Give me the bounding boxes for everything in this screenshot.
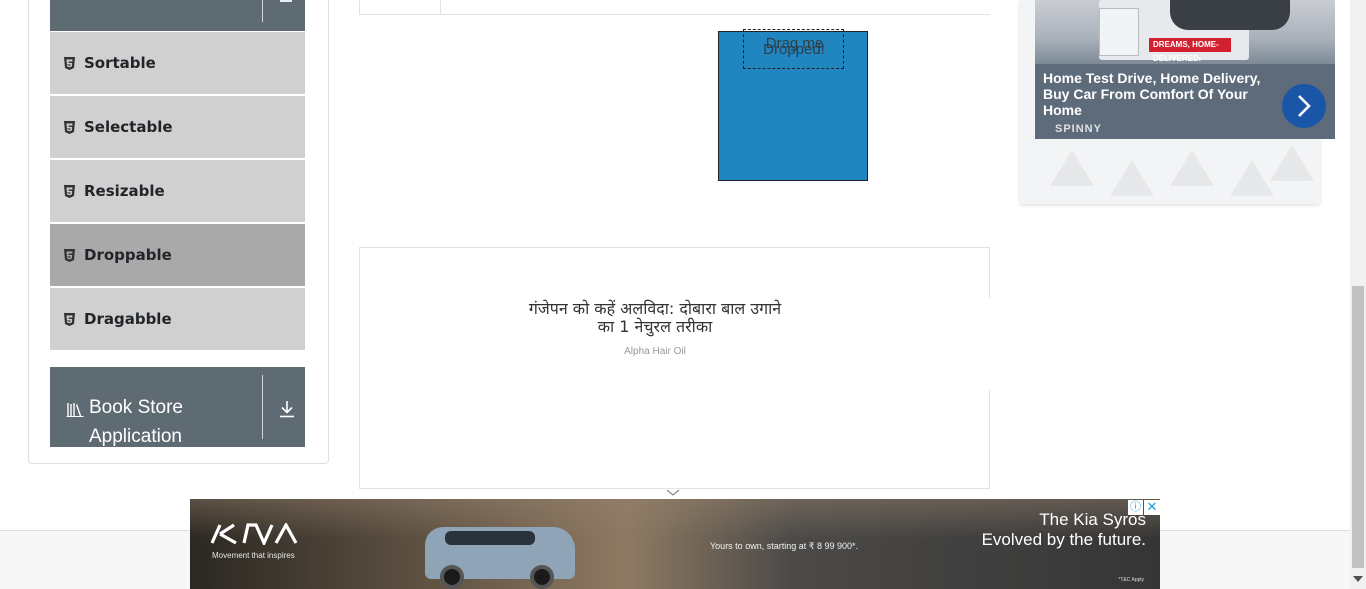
kia-logo xyxy=(210,521,298,550)
chevron-icon xyxy=(280,0,292,2)
scroll-down-arrow-icon[interactable] xyxy=(1353,576,1363,582)
scrollbar-thumb[interactable] xyxy=(1352,286,1364,568)
wheel-graphic xyxy=(440,565,464,589)
pattern-shape xyxy=(1230,160,1274,196)
draggable-item-text: Drag me xyxy=(765,35,824,52)
group-header-divider xyxy=(262,0,263,22)
pattern-shape xyxy=(1170,150,1214,186)
sidebar-item-label: Selectable xyxy=(84,118,173,136)
sidebar-item-label: Sortable xyxy=(84,54,156,72)
ad-next-button[interactable] xyxy=(1282,84,1326,128)
html5-icon xyxy=(64,56,76,70)
chevron-down-icon[interactable] xyxy=(666,485,680,496)
draggable-item[interactable]: Drag me xyxy=(743,29,844,69)
group-header-title: Book Store Application xyxy=(89,397,183,447)
html5-icon xyxy=(64,120,76,134)
banner-tagline: Movement that inspires xyxy=(212,551,295,560)
sidebar-item-droppable[interactable]: Droppable xyxy=(50,224,305,286)
sidebar-item-label: Resizable xyxy=(84,182,165,200)
group-header-book-store[interactable]: Book Store Application xyxy=(50,367,305,447)
adchoices-icon[interactable]: ⓘ xyxy=(1128,500,1143,515)
books-icon xyxy=(66,401,84,422)
car-graphic xyxy=(1170,0,1290,30)
html5-icon xyxy=(64,184,76,198)
download-icon xyxy=(279,400,295,423)
tab-border xyxy=(440,0,441,15)
page-scrollbar[interactable] xyxy=(1350,0,1366,589)
banner-tnc: *T&C Apply xyxy=(1118,577,1144,583)
sidebar-item-label: Dragabble xyxy=(84,310,172,328)
pattern-shape xyxy=(1050,150,1094,186)
tabs-underline xyxy=(359,14,990,15)
sidebar-item-selectable[interactable]: Selectable xyxy=(50,96,305,158)
wheel-graphic xyxy=(530,565,554,589)
group-header-widgets[interactable] xyxy=(50,0,305,31)
sidebar-item-label: Droppable xyxy=(84,246,172,264)
truck-cab-graphic xyxy=(1099,8,1139,56)
sidebar-item-dragabble[interactable]: Dragabble xyxy=(50,288,305,350)
html5-icon xyxy=(64,312,76,326)
banner-price: Yours to own, starting at ₹ 8 99 900*. xyxy=(710,541,858,551)
banner-headline-2: Evolved by the future. xyxy=(981,530,1146,549)
chevron-right-icon xyxy=(1298,95,1311,117)
kia-banner-ad[interactable]: Movement that inspires Yours to own, sta… xyxy=(190,499,1160,589)
ad-brand: SPINNY xyxy=(1055,123,1102,135)
ad-headline[interactable]: Home Test Drive, Home Delivery, Buy Car … xyxy=(1043,70,1273,118)
ad-badge: DREAMS, HOME-DELIVERED. xyxy=(1149,38,1231,63)
spinny-ad[interactable]: DREAMS, HOME-DELIVERED. Home Test Drive,… xyxy=(1035,0,1335,139)
pattern-shape xyxy=(1110,160,1154,196)
close-icon[interactable]: ✕ xyxy=(1144,500,1160,515)
pattern-shape xyxy=(1270,145,1314,181)
native-ad[interactable]: गंजेपन को कहें अलविदा: दोबारा बाल उगाने … xyxy=(359,247,992,489)
group-header-divider xyxy=(262,375,263,439)
tab-border xyxy=(359,0,360,14)
ad-brand: Alpha Hair Oil xyxy=(624,346,686,357)
html5-icon xyxy=(64,248,76,262)
ad-headline[interactable]: गंजेपन को कहें अलविदा: दोबारा बाल उगाने … xyxy=(525,300,785,336)
sidebar-item-sortable[interactable]: Sortable xyxy=(50,32,305,94)
suv-window-graphic xyxy=(445,531,535,545)
sidebar-item-resizable[interactable]: Resizable xyxy=(50,160,305,222)
